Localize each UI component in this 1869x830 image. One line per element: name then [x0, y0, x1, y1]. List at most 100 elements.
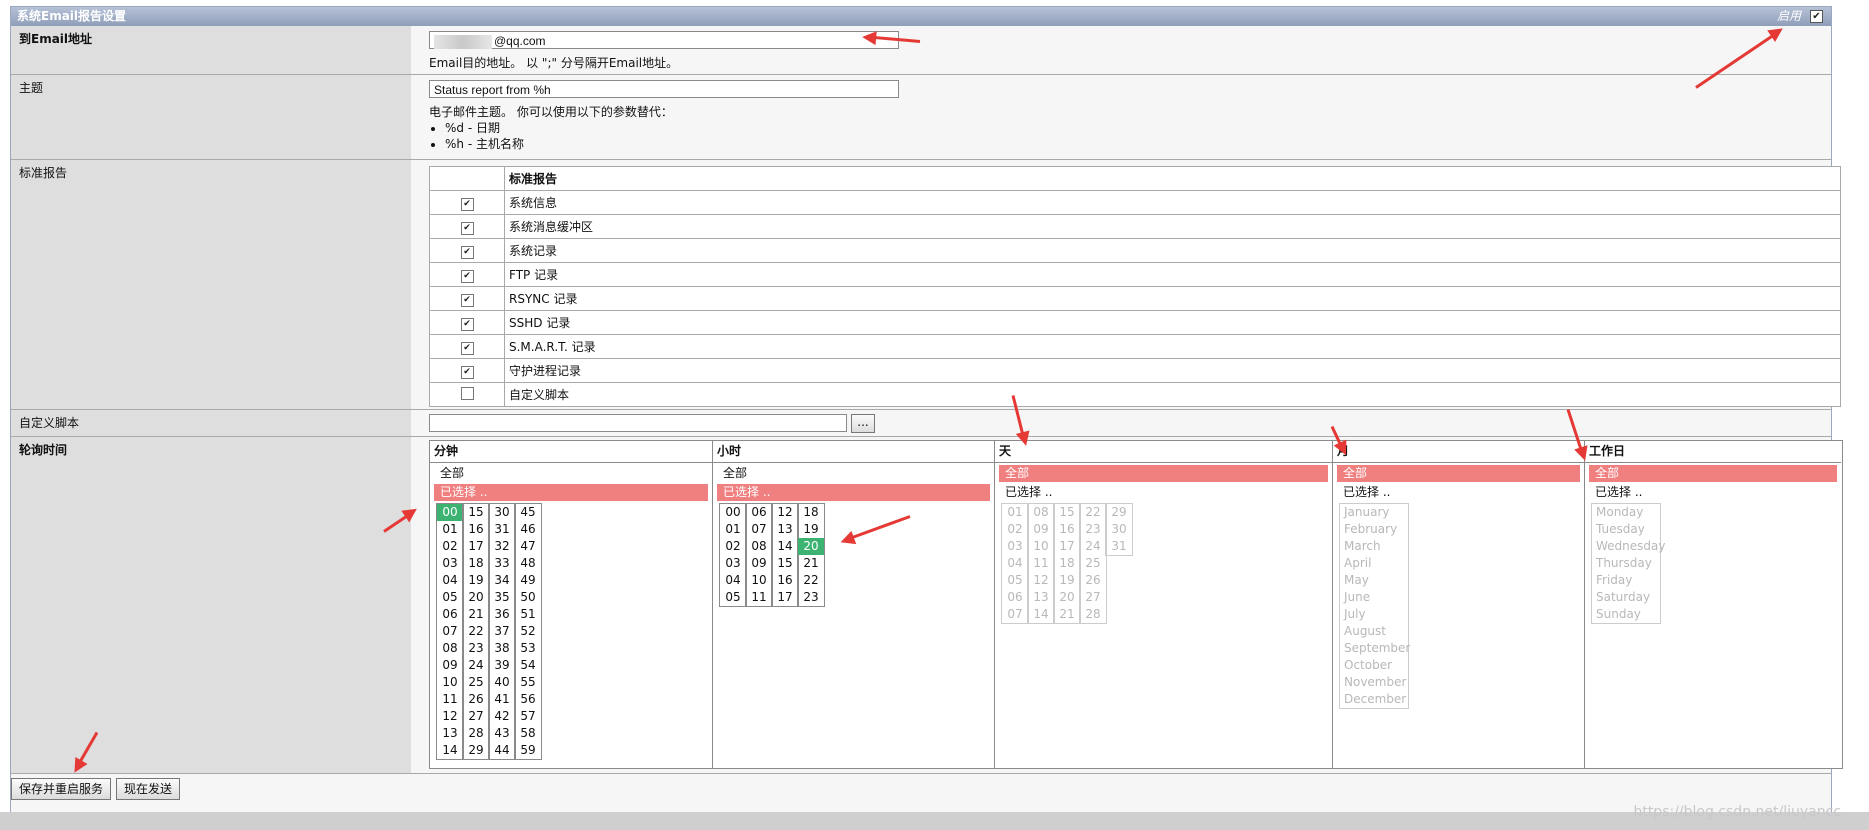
- report-checkbox[interactable]: [460, 386, 474, 400]
- minutes-option[interactable]: 27: [463, 708, 489, 725]
- report-checkbox[interactable]: ✔: [460, 317, 474, 331]
- minutes-option[interactable]: 15: [463, 504, 489, 521]
- hours-option[interactable]: 21: [798, 555, 824, 572]
- minutes-option[interactable]: 16: [463, 521, 489, 538]
- hours-option[interactable]: 02: [720, 538, 746, 555]
- hours-option[interactable]: 22: [798, 572, 824, 589]
- hours-option[interactable]: 00: [720, 504, 746, 521]
- minutes-option-all[interactable]: 全部: [434, 465, 708, 482]
- minutes-option[interactable]: 35: [489, 589, 515, 606]
- report-checkbox[interactable]: ✔: [460, 341, 474, 355]
- save-restart-button[interactable]: 保存并重启服务: [11, 778, 111, 800]
- minutes-option[interactable]: 47: [515, 538, 541, 555]
- minutes-option[interactable]: 54: [515, 657, 541, 674]
- minutes-option[interactable]: 30: [489, 504, 515, 521]
- hours-option-selected[interactable]: 已选择 ..: [717, 484, 990, 501]
- days-option-selected[interactable]: 已选择 ..: [999, 484, 1328, 501]
- minutes-option[interactable]: 09: [437, 657, 463, 674]
- minutes-option[interactable]: 38: [489, 640, 515, 657]
- minutes-option[interactable]: 59: [515, 742, 541, 759]
- custom-script-input[interactable]: [429, 414, 847, 432]
- hours-option[interactable]: 06: [746, 504, 772, 521]
- minutes-option[interactable]: 37: [489, 623, 515, 640]
- minutes-option[interactable]: 56: [515, 691, 541, 708]
- report-checkbox[interactable]: ✔: [460, 221, 474, 235]
- months-option-all[interactable]: 全部: [1337, 465, 1580, 482]
- subject-input[interactable]: Status report from %h: [429, 80, 899, 98]
- minutes-option[interactable]: 51: [515, 606, 541, 623]
- hours-option[interactable]: 05: [720, 589, 746, 606]
- minutes-option[interactable]: 57: [515, 708, 541, 725]
- minutes-option[interactable]: 06: [437, 606, 463, 623]
- minutes-option[interactable]: 29: [463, 742, 489, 759]
- hours-option[interactable]: 04: [720, 572, 746, 589]
- minutes-option[interactable]: 24: [463, 657, 489, 674]
- minutes-option[interactable]: 04: [437, 572, 463, 589]
- minutes-option-selected[interactable]: 已选择 ..: [434, 484, 708, 501]
- minutes-option[interactable]: 33: [489, 555, 515, 572]
- minutes-option[interactable]: 49: [515, 572, 541, 589]
- minutes-option[interactable]: 50: [515, 589, 541, 606]
- minutes-option[interactable]: 10: [437, 674, 463, 691]
- hours-option-all[interactable]: 全部: [717, 465, 990, 482]
- minutes-option[interactable]: 22: [463, 623, 489, 640]
- hours-option[interactable]: 12: [772, 504, 798, 521]
- hours-option[interactable]: 09: [746, 555, 772, 572]
- minutes-option[interactable]: 52: [515, 623, 541, 640]
- browse-button[interactable]: ...: [851, 414, 875, 433]
- hours-option[interactable]: 15: [772, 555, 798, 572]
- minutes-option[interactable]: 21: [463, 606, 489, 623]
- minutes-option[interactable]: 19: [463, 572, 489, 589]
- minutes-option[interactable]: 41: [489, 691, 515, 708]
- weekdays-option-selected[interactable]: 已选择 ..: [1589, 484, 1837, 501]
- hours-option[interactable]: 11: [746, 589, 772, 606]
- send-now-button[interactable]: 现在发送: [116, 778, 180, 800]
- hours-option[interactable]: 18: [798, 504, 824, 521]
- minutes-option[interactable]: 18: [463, 555, 489, 572]
- days-option-all[interactable]: 全部: [999, 465, 1328, 482]
- hours-option[interactable]: 07: [746, 521, 772, 538]
- minutes-option[interactable]: 45: [515, 504, 541, 521]
- minutes-option[interactable]: 34: [489, 572, 515, 589]
- hours-option[interactable]: 17: [772, 589, 798, 606]
- hours-option[interactable]: 14: [772, 538, 798, 555]
- hours-option[interactable]: 19: [798, 521, 824, 538]
- hours-option[interactable]: 16: [772, 572, 798, 589]
- minutes-option[interactable]: 42: [489, 708, 515, 725]
- months-option-selected[interactable]: 已选择 ..: [1337, 484, 1580, 501]
- minutes-option[interactable]: 48: [515, 555, 541, 572]
- minutes-option[interactable]: 14: [437, 742, 463, 759]
- minutes-option[interactable]: 46: [515, 521, 541, 538]
- minutes-option[interactable]: 40: [489, 674, 515, 691]
- minutes-option[interactable]: 23: [463, 640, 489, 657]
- minutes-option[interactable]: 39: [489, 657, 515, 674]
- minutes-option[interactable]: 31: [489, 521, 515, 538]
- minutes-option[interactable]: 17: [463, 538, 489, 555]
- minutes-option[interactable]: 03: [437, 555, 463, 572]
- minutes-option[interactable]: 08: [437, 640, 463, 657]
- weekdays-option-all[interactable]: 全部: [1589, 465, 1837, 482]
- minutes-option[interactable]: 58: [515, 725, 541, 742]
- minutes-option[interactable]: 00: [437, 504, 463, 521]
- hours-option[interactable]: 08: [746, 538, 772, 555]
- minutes-option[interactable]: 05: [437, 589, 463, 606]
- enable-checkbox[interactable]: ✔: [1810, 10, 1823, 23]
- minutes-option[interactable]: 07: [437, 623, 463, 640]
- minutes-option[interactable]: 55: [515, 674, 541, 691]
- minutes-option[interactable]: 36: [489, 606, 515, 623]
- hours-option[interactable]: 13: [772, 521, 798, 538]
- report-checkbox[interactable]: ✔: [460, 365, 474, 379]
- minutes-option[interactable]: 20: [463, 589, 489, 606]
- email-input[interactable]: @qq.com: [429, 31, 899, 49]
- minutes-option[interactable]: 44: [489, 742, 515, 759]
- minutes-option[interactable]: 02: [437, 538, 463, 555]
- minutes-option[interactable]: 32: [489, 538, 515, 555]
- minutes-option[interactable]: 25: [463, 674, 489, 691]
- report-checkbox[interactable]: ✔: [460, 293, 474, 307]
- hours-option[interactable]: 01: [720, 521, 746, 538]
- hours-option[interactable]: 20: [798, 538, 824, 555]
- minutes-option[interactable]: 12: [437, 708, 463, 725]
- minutes-option[interactable]: 28: [463, 725, 489, 742]
- minutes-option[interactable]: 26: [463, 691, 489, 708]
- report-checkbox[interactable]: ✔: [460, 245, 474, 259]
